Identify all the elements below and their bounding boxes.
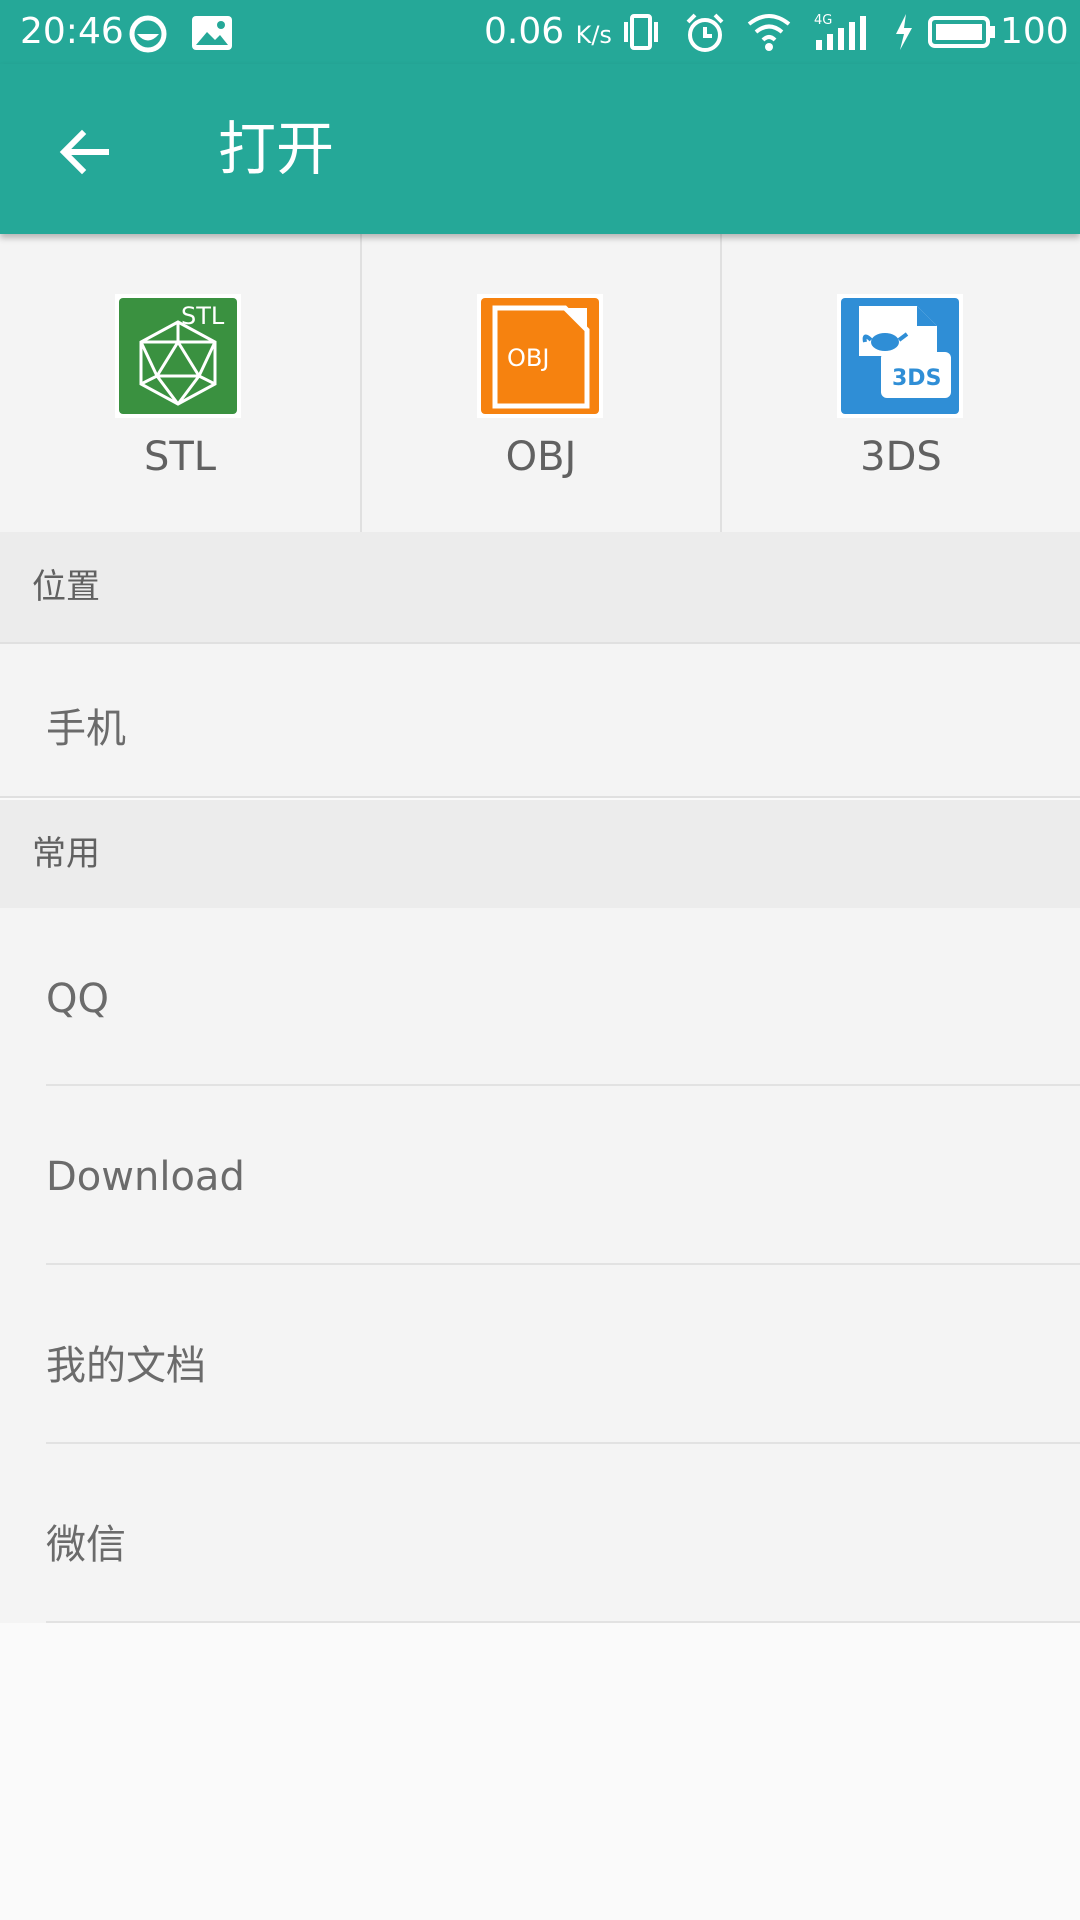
- section-header-location: 位置: [0, 532, 1080, 642]
- file-type-obj[interactable]: OBJ OBJ: [360, 234, 720, 532]
- app-bar: 打开: [0, 64, 1080, 234]
- file-type-stl[interactable]: STL STL: [0, 234, 360, 532]
- list-item-phone[interactable]: 手机: [0, 642, 1080, 798]
- list-item-label: 手机: [46, 706, 126, 752]
- charging-icon: [896, 14, 912, 50]
- alarm-icon: [686, 13, 724, 52]
- vibrate-icon: [624, 14, 658, 50]
- 3ds-file-icon: 3DS: [837, 294, 963, 418]
- signal-4g-icon: 4G: [814, 13, 866, 50]
- file-type-label: 3DS: [860, 434, 942, 480]
- status-bar: 20:46 0.06 K/s 4G 100: [0, 0, 1080, 64]
- file-type-selector: STL STL OBJ OBJ 3DS 3DS: [0, 234, 1080, 534]
- arrow-back-icon[interactable]: [52, 120, 116, 184]
- list-item-label: Download: [46, 1154, 245, 1200]
- battery-icon: [928, 16, 995, 48]
- obj-file-icon: OBJ: [477, 294, 603, 418]
- list-item-download[interactable]: Download: [0, 1086, 1080, 1265]
- svg-text:3DS: 3DS: [892, 366, 941, 391]
- battery-level: 100: [1000, 11, 1069, 52]
- file-type-label: STL: [143, 434, 217, 480]
- stl-file-icon: STL: [115, 294, 241, 418]
- image-notification-icon: [192, 16, 232, 50]
- page-title: 打开: [218, 115, 335, 183]
- list-item-my-documents[interactable]: 我的文档: [0, 1265, 1080, 1444]
- list-divider: [46, 1621, 1080, 1623]
- section-header-common: 常用: [0, 800, 1080, 908]
- status-time: 20:46: [20, 11, 124, 52]
- list-item-wechat[interactable]: 微信: [0, 1444, 1080, 1623]
- file-type-label: OBJ: [505, 434, 577, 480]
- file-type-3ds[interactable]: 3DS 3DS: [720, 234, 1080, 532]
- list-item-label: QQ: [46, 976, 109, 1022]
- network-speed: 0.06 K/s: [484, 11, 612, 52]
- svg-text:OBJ: OBJ: [507, 344, 549, 372]
- wifi-icon: [747, 14, 791, 51]
- network-speed-unit: K/s: [575, 21, 612, 49]
- list-item-qq[interactable]: QQ: [0, 908, 1080, 1086]
- list-item-label: 我的文档: [46, 1343, 206, 1389]
- app-notification-icon: [129, 15, 167, 53]
- network-type: 4G: [814, 13, 832, 28]
- list-item-label: 微信: [46, 1522, 126, 1568]
